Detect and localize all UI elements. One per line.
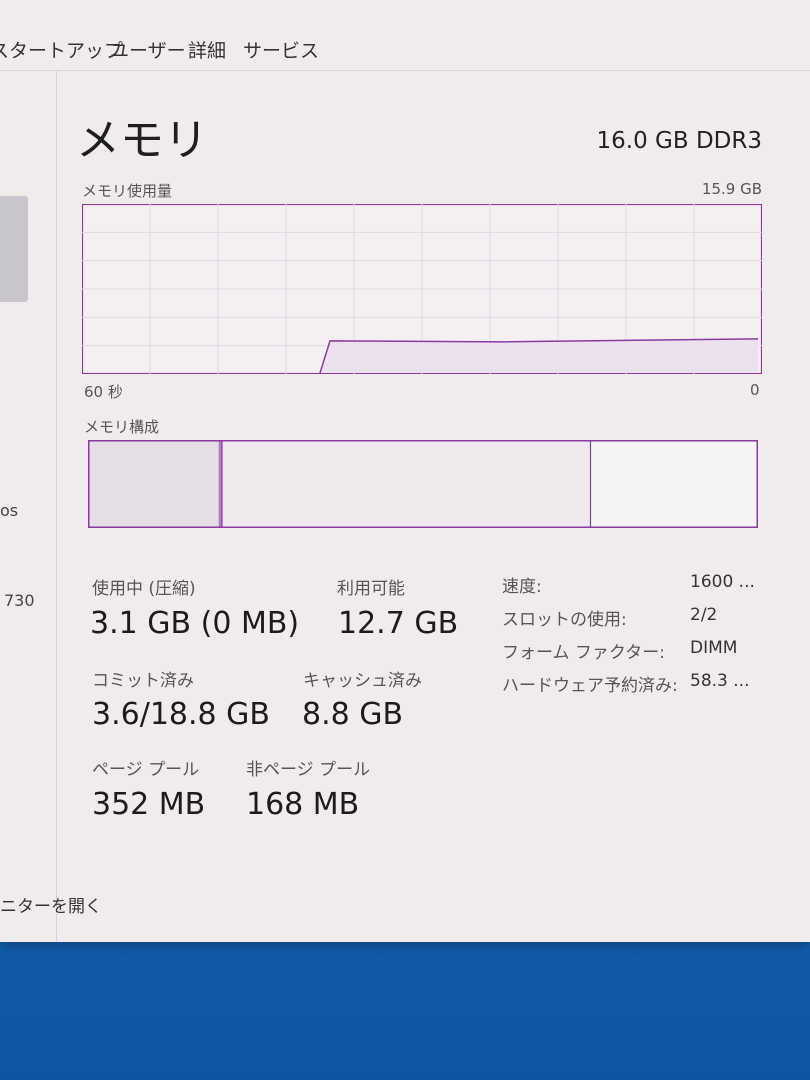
nonpaged-pool-value: 168 MB: [246, 787, 360, 822]
speed-label: 速度:: [502, 577, 542, 597]
tab-users[interactable]: ユーザー: [110, 36, 186, 63]
composition-in-use: [88, 441, 219, 527]
tab-divider: [0, 70, 810, 71]
composition-standby: [222, 441, 591, 527]
tab-services[interactable]: サービス: [243, 36, 319, 63]
cached-label: キャッシュ済み: [303, 671, 422, 691]
in-use-label: 使用中 (圧縮): [92, 579, 196, 599]
memory-composition-bar: [88, 440, 758, 528]
page-title: メモリ: [76, 115, 208, 166]
cached-value: 8.8 GB: [302, 697, 404, 732]
form-factor-label: フォーム ファクター:: [502, 643, 665, 663]
composition-free: [590, 441, 758, 527]
form-factor-value: DIMM: [690, 638, 738, 658]
sidebar-item-fragment[interactable]: os: [0, 501, 18, 520]
tab-startup[interactable]: スタートアップ: [0, 36, 123, 63]
hardware-reserved-value: 58.3 ...: [690, 671, 750, 691]
usage-area: [320, 338, 758, 373]
committed-label: コミット済み: [92, 671, 194, 691]
open-resource-monitor-link[interactable]: ニターを開く: [0, 892, 102, 917]
nonpaged-pool-label: 非ページ プール: [246, 760, 371, 780]
graph-time-start: 60 秒: [84, 383, 123, 401]
usage-graph-label: メモリ使用量: [82, 182, 173, 200]
sidebar-item-memory-selected[interactable]: [0, 196, 28, 302]
memory-spec: 16.0 GB DDR3: [596, 128, 762, 154]
available-value: 12.7 GB: [338, 606, 459, 641]
usage-graph-max: 15.9 GB: [701, 180, 762, 198]
slots-used-value: 2/2: [690, 605, 718, 625]
in-use-value: 3.1 GB (0 MB): [90, 606, 300, 641]
composition-label: メモリ構成: [84, 418, 160, 436]
hardware-reserved-label: ハードウェア予約済み:: [502, 676, 678, 696]
memory-usage-graph: [82, 204, 762, 374]
paged-pool-label: ページ プール: [92, 760, 200, 780]
graph-time-end: 0: [750, 381, 760, 399]
paged-pool-value: 352 MB: [92, 787, 206, 822]
task-manager-window: スタートアップ ユーザー 詳細 サービス os 730 メモリ 16.0 GB …: [0, 0, 810, 942]
slots-used-label: スロットの使用:: [502, 610, 627, 630]
available-label: 利用可能: [337, 579, 405, 599]
speed-value: 1600 ...: [690, 572, 755, 592]
tab-details[interactable]: 詳細: [188, 36, 226, 63]
performance-sidebar: os 730: [0, 71, 57, 942]
committed-value: 3.6/18.8 GB: [92, 697, 270, 732]
tab-bar: スタートアップ ユーザー 詳細 サービス: [0, 28, 810, 68]
sidebar-item-fragment[interactable]: 730: [4, 591, 35, 610]
